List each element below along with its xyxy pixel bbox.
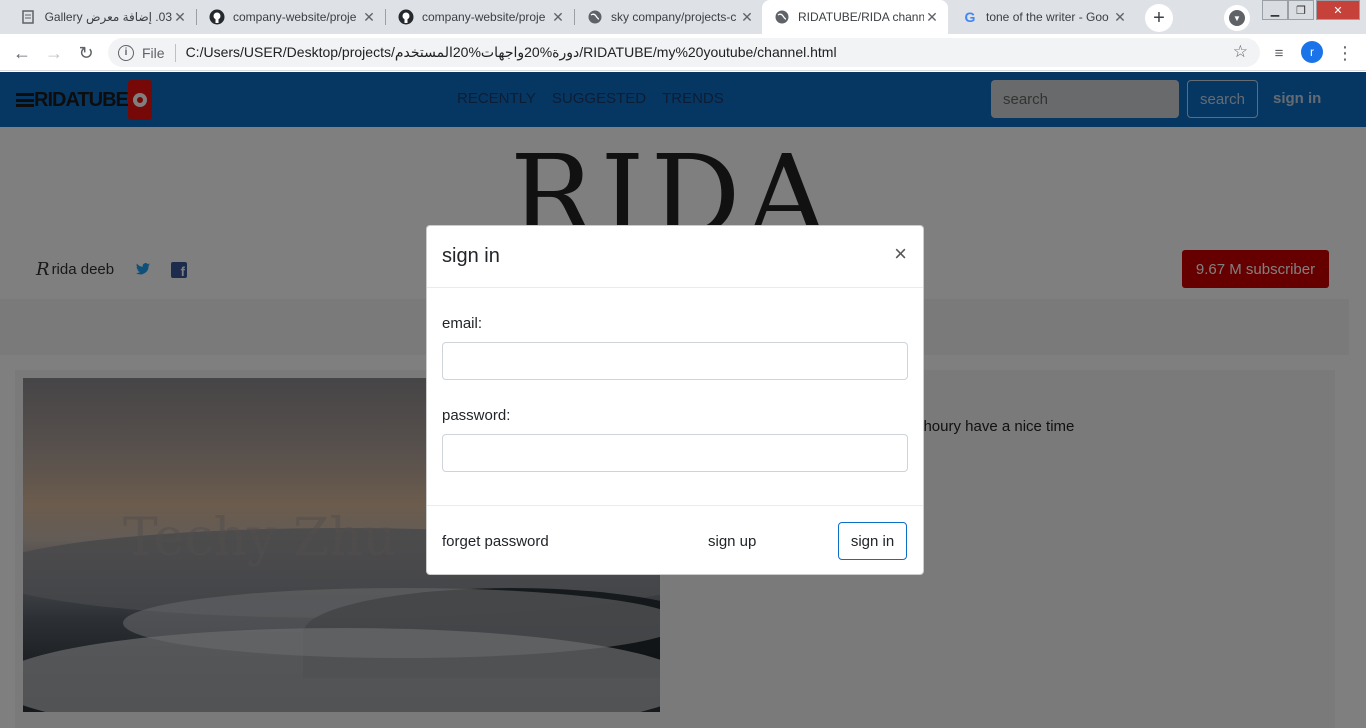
- password-label: password:: [442, 407, 511, 424]
- maximize-button[interactable]: ❐: [1288, 0, 1314, 20]
- email-field[interactable]: [442, 342, 908, 380]
- page-icon: [20, 9, 36, 25]
- browser-tab[interactable]: G tone of the writer - Goo ✕: [950, 0, 1136, 34]
- close-icon[interactable]: ×: [894, 243, 907, 265]
- password-field[interactable]: [442, 434, 908, 472]
- page-viewport: RIDATUBE RECENTLY SUGGESTED TRENDS searc…: [0, 72, 1366, 728]
- github-icon: [209, 9, 225, 25]
- github-icon: [398, 9, 414, 25]
- close-icon[interactable]: ✕: [550, 9, 566, 26]
- tab-title: RIDATUBE/RIDA channe: [798, 10, 924, 24]
- tab-title: sky company/projects-c: [611, 10, 737, 24]
- modal-header: sign in ×: [427, 226, 923, 288]
- close-icon[interactable]: ✕: [739, 9, 755, 26]
- menu-kebab-icon[interactable]: ⋮: [1332, 40, 1358, 66]
- info-icon[interactable]: i: [118, 44, 134, 61]
- close-icon[interactable]: ✕: [924, 9, 940, 26]
- tab-search-button[interactable]: ▼: [1224, 5, 1250, 31]
- email-label: email:: [442, 315, 483, 332]
- close-icon[interactable]: ✕: [172, 9, 188, 26]
- chevron-down-icon: ▼: [1229, 10, 1245, 26]
- media-control-icon[interactable]: ≡: [1266, 40, 1292, 66]
- globe-icon: [587, 9, 603, 25]
- browser-toolbar: ← → ↻ i File C:/Users/USER/Desktop/proje…: [0, 34, 1366, 71]
- url-scheme: File: [142, 44, 165, 61]
- browser-tab-strip: 03. إضافة معرض Gallery ف ✕ company-websi…: [0, 0, 1366, 34]
- browser-tab[interactable]: company-website/proje ✕: [197, 0, 385, 34]
- reload-button[interactable]: ↻: [73, 40, 99, 66]
- close-icon[interactable]: ✕: [361, 9, 377, 26]
- browser-tab-active[interactable]: RIDATUBE/RIDA channe ✕: [762, 0, 948, 34]
- tab-title: tone of the writer - Goo: [986, 10, 1109, 24]
- sign-up-link[interactable]: sign up: [708, 533, 756, 550]
- bookmark-star-icon[interactable]: ☆: [1233, 42, 1248, 62]
- modal-footer: forget password sign up sign in: [427, 505, 923, 575]
- profile-avatar[interactable]: r: [1301, 41, 1323, 63]
- google-icon: G: [964, 9, 976, 25]
- modal-title: sign in: [442, 245, 500, 267]
- browser-tab[interactable]: 03. إضافة معرض Gallery ف ✕: [8, 0, 196, 34]
- back-button[interactable]: ←: [9, 40, 35, 66]
- tab-title: company-website/proje: [422, 10, 546, 24]
- new-tab-button[interactable]: +: [1145, 4, 1173, 32]
- browser-tab[interactable]: sky company/projects-c ✕: [575, 0, 763, 34]
- globe-icon: [774, 9, 790, 25]
- address-divider: [174, 43, 176, 62]
- sign-in-modal: sign in × email: password: forget passwo…: [426, 225, 924, 575]
- tab-title: 03. إضافة معرض Gallery ف: [44, 10, 172, 24]
- close-window-button[interactable]: ✕: [1316, 0, 1360, 20]
- tab-title: company-website/proje: [233, 10, 357, 24]
- url-text[interactable]: C:/Users/USER/Desktop/projects/دورة%20وا…: [186, 44, 837, 61]
- forget-password-link[interactable]: forget password: [442, 533, 549, 550]
- browser-tab[interactable]: company-website/proje ✕: [386, 0, 574, 34]
- close-icon[interactable]: ✕: [1112, 9, 1128, 26]
- minimize-button[interactable]: ▁: [1262, 0, 1288, 20]
- sign-in-button[interactable]: sign in: [838, 522, 907, 560]
- address-bar[interactable]: i File C:/Users/USER/Desktop/projects/دو…: [108, 38, 1260, 67]
- forward-button[interactable]: →: [41, 40, 67, 66]
